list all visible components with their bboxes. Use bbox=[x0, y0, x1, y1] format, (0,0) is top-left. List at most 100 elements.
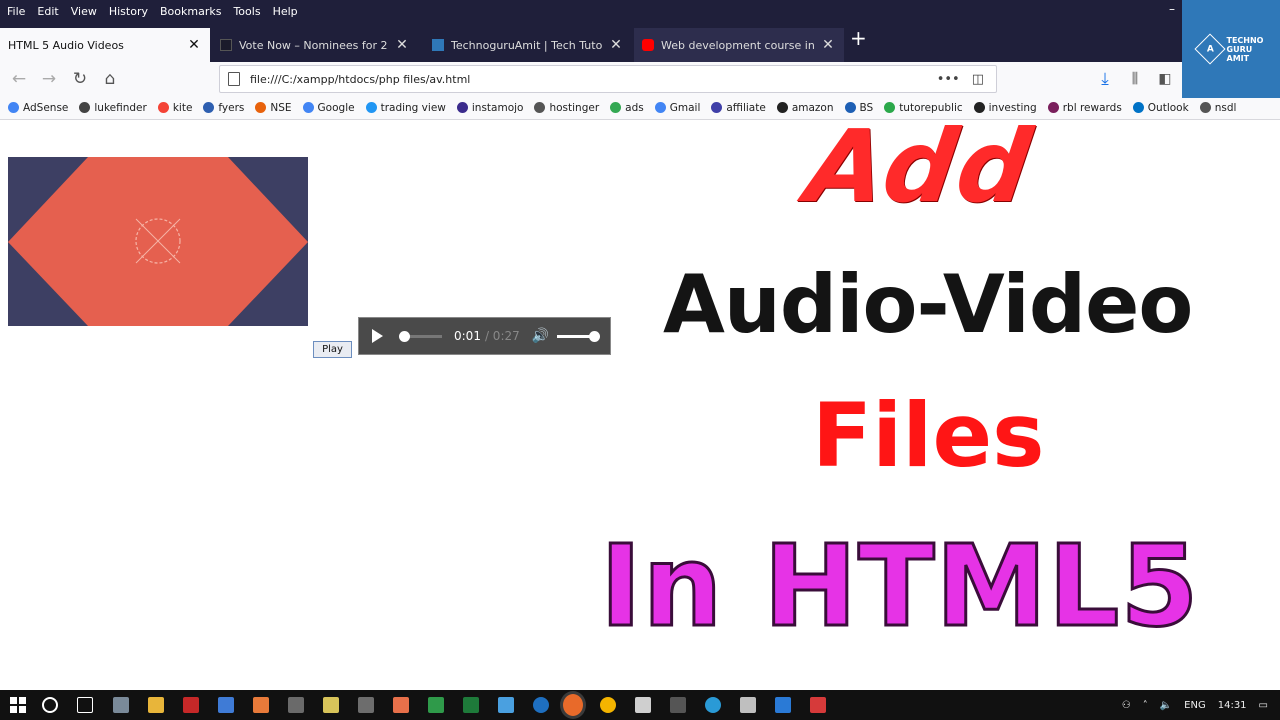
bookmark-item[interactable]: instamojo bbox=[456, 101, 524, 114]
menu-history[interactable]: History bbox=[102, 5, 153, 18]
chevron-up-icon[interactable]: ˄ bbox=[1143, 700, 1148, 711]
telegram-icon[interactable] bbox=[705, 697, 721, 713]
menu-view[interactable]: View bbox=[64, 5, 102, 18]
headline-files: Files bbox=[812, 384, 1045, 487]
bookmark-favicon-icon bbox=[1047, 102, 1059, 113]
store-icon[interactable] bbox=[635, 697, 651, 713]
bookmark-item[interactable]: affiliate bbox=[711, 101, 766, 114]
home-icon[interactable]: ⌂ bbox=[98, 67, 122, 91]
app-icon[interactable] bbox=[358, 697, 374, 713]
bookmark-item[interactable]: fyers bbox=[203, 102, 244, 114]
bookmark-label: ads bbox=[625, 101, 644, 114]
downloads-icon[interactable]: ⤓ bbox=[1093, 67, 1117, 91]
close-tab-icon[interactable]: ✕ bbox=[394, 37, 410, 53]
bookmark-item[interactable]: lukefinder bbox=[79, 102, 147, 114]
bookmark-item[interactable]: kite bbox=[157, 102, 192, 114]
app-icon[interactable] bbox=[218, 697, 234, 713]
menu-edit[interactable]: Edit bbox=[30, 5, 63, 18]
volume-icon[interactable]: 🔊 bbox=[532, 328, 549, 344]
bookmark-label: affiliate bbox=[726, 101, 766, 114]
close-tab-icon[interactable]: ✕ bbox=[186, 37, 202, 53]
back-arrow-icon[interactable]: ← bbox=[7, 67, 31, 91]
tab-technoguruamit[interactable]: TechnoguruAmit | Tech Tutorials ✕ bbox=[424, 28, 632, 62]
language-indicator[interactable]: ENG bbox=[1184, 700, 1206, 711]
audio-progress-knob[interactable] bbox=[398, 330, 410, 342]
bookmarks-toolbar: AdSense lukefinder kite fyers NSE Google tradi… bbox=[0, 96, 1280, 120]
bookmark-item[interactable]: hostinger bbox=[534, 102, 599, 114]
firefox-icon[interactable] bbox=[563, 694, 583, 716]
bookmark-label: NSE bbox=[270, 101, 292, 114]
bookmark-favicon-icon bbox=[776, 102, 788, 113]
bookmark-item[interactable]: ads bbox=[610, 102, 644, 114]
bookmark-item[interactable]: trading view bbox=[365, 102, 446, 114]
menu-tools[interactable]: Tools bbox=[226, 5, 265, 18]
tab-html5-audio-videos[interactable]: HTML 5 Audio Videos ✕ bbox=[0, 28, 210, 62]
bookmark-item[interactable]: NSE bbox=[255, 101, 292, 114]
menu-bookmarks[interactable]: Bookmarks bbox=[153, 5, 226, 18]
forward-arrow-icon[interactable]: → bbox=[37, 67, 61, 91]
app-icon[interactable] bbox=[498, 697, 514, 713]
logo-text: TECHNO GURU AMIT bbox=[1226, 35, 1264, 63]
video-player[interactable] bbox=[8, 157, 308, 326]
bookmark-label: instamojo bbox=[471, 101, 524, 114]
excel-icon[interactable] bbox=[463, 697, 479, 713]
menu-help[interactable]: Help bbox=[266, 5, 303, 18]
play-button[interactable]: Play bbox=[313, 341, 352, 358]
bookmark-favicon-icon bbox=[8, 102, 19, 113]
bookmark-item[interactable]: rbl rewards bbox=[1047, 102, 1122, 114]
tab-vote-now[interactable]: Vote Now – Nominees for 2020 ✕ bbox=[212, 28, 418, 62]
vscode-icon[interactable] bbox=[775, 697, 791, 713]
file-explorer-icon[interactable] bbox=[148, 697, 164, 713]
task-view-icon[interactable] bbox=[77, 697, 93, 713]
bookmark-item[interactable]: AdSense bbox=[8, 102, 68, 114]
volume-slider[interactable] bbox=[557, 330, 601, 342]
minimize-icon[interactable]: – bbox=[1169, 2, 1175, 16]
close-tab-icon[interactable]: ✕ bbox=[608, 37, 624, 53]
sidebar-icon[interactable]: ◧ bbox=[1153, 67, 1177, 91]
bookmark-item[interactable]: Gmail bbox=[654, 102, 700, 114]
app-icon[interactable] bbox=[810, 697, 826, 713]
close-tab-icon[interactable]: ✕ bbox=[820, 37, 836, 53]
bookmark-item[interactable]: Google bbox=[302, 102, 355, 114]
bookmark-favicon-icon bbox=[534, 102, 546, 113]
notifications-icon[interactable]: ▭ bbox=[1259, 700, 1268, 711]
audio-progress-bar[interactable] bbox=[398, 330, 442, 342]
bookmark-favicon-icon bbox=[302, 102, 314, 113]
app-icon[interactable] bbox=[428, 697, 444, 713]
app-icon[interactable] bbox=[113, 697, 129, 713]
bookmark-favicon-icon bbox=[203, 102, 215, 113]
tab-web-development[interactable]: Web development course in hindi ✕ bbox=[634, 28, 844, 62]
new-tab-icon[interactable]: + bbox=[850, 28, 867, 48]
clock[interactable]: 14:31 bbox=[1218, 700, 1247, 711]
chrome-icon[interactable] bbox=[600, 697, 616, 713]
volume-knob[interactable] bbox=[589, 330, 601, 342]
people-icon[interactable]: ⚇ bbox=[1122, 700, 1131, 711]
more-actions-icon[interactable]: ••• bbox=[937, 72, 960, 87]
cortana-search-icon[interactable] bbox=[42, 697, 58, 713]
app-icon[interactable] bbox=[393, 697, 409, 713]
site-favicon-icon bbox=[220, 39, 232, 51]
menu-file[interactable]: File bbox=[0, 5, 30, 18]
app-icon[interactable] bbox=[740, 697, 756, 713]
app-icon[interactable] bbox=[253, 697, 269, 713]
address-bar[interactable]: file:///C:/xampp/htdocs/php files/av.htm… bbox=[219, 65, 997, 93]
bookmark-item[interactable]: nsdl bbox=[1199, 102, 1236, 114]
app-icon[interactable] bbox=[323, 697, 339, 713]
windows-start-icon[interactable] bbox=[10, 697, 26, 713]
speaker-icon[interactable]: 🔈 bbox=[1160, 700, 1172, 711]
url-text[interactable]: file:///C:/xampp/htdocs/php files/av.htm… bbox=[250, 73, 937, 86]
audio-play-icon[interactable] bbox=[372, 329, 383, 343]
audio-player[interactable]: 0:01 / 0:27 🔊 bbox=[358, 317, 611, 355]
app-icon[interactable] bbox=[183, 697, 199, 713]
library-icon[interactable]: ⫼ bbox=[1123, 67, 1147, 91]
pocket-icon[interactable]: ◫ bbox=[972, 72, 984, 87]
app-icon[interactable] bbox=[288, 697, 304, 713]
bookmark-label: Outlook bbox=[1147, 101, 1189, 114]
bookmark-item[interactable]: Outlook bbox=[1132, 101, 1189, 114]
reload-icon[interactable]: ↻ bbox=[68, 67, 92, 91]
audio-current-time: 0:01 bbox=[454, 329, 481, 343]
bookmark-label: AdSense bbox=[23, 101, 69, 114]
bookmark-favicon-icon bbox=[365, 102, 377, 113]
edge-icon[interactable] bbox=[533, 697, 549, 713]
app-icon[interactable] bbox=[670, 697, 686, 713]
